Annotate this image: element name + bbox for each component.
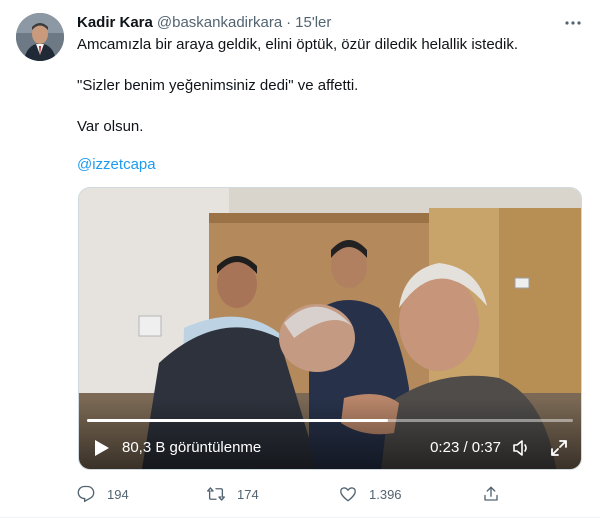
reply-button[interactable]: 194 xyxy=(77,484,129,504)
like-button[interactable]: 1.396 xyxy=(339,484,402,504)
tweet-header: Kadir Kara @baskankadirkara · 15'ler xyxy=(77,12,331,32)
video-progress-bar[interactable] xyxy=(87,419,573,422)
avatar[interactable] xyxy=(16,13,64,61)
tweet-actions: 194 174 1.396 xyxy=(77,484,517,504)
share-button[interactable] xyxy=(482,484,500,504)
retweet-icon xyxy=(207,487,225,501)
tweet-text-line: Amcamızla bir araya geldik, elini öptük,… xyxy=(77,36,519,53)
video-controls: 80,3 B görüntülenme 0:23 / 0:37 xyxy=(79,428,581,468)
author-name[interactable]: Kadir Kara xyxy=(77,14,153,31)
retweet-button[interactable]: 174 xyxy=(207,484,259,504)
fullscreen-icon[interactable] xyxy=(549,438,569,458)
share-icon xyxy=(484,486,498,501)
tweet-text-line: Var olsun. xyxy=(77,118,144,135)
tweet-text-line: "Sizler benim yeğenimsiniz dedi" ve affe… xyxy=(77,77,359,94)
reply-icon xyxy=(77,485,95,503)
author-handle[interactable]: @baskankadirkara xyxy=(157,14,282,31)
retweet-count: 174 xyxy=(237,486,259,502)
play-icon[interactable] xyxy=(91,438,111,458)
video-player[interactable]: 80,3 B görüntülenme 0:23 / 0:37 xyxy=(78,187,582,470)
video-view-count: 80,3 B görüntülenme xyxy=(122,439,262,456)
header-separator: · xyxy=(286,13,292,31)
reply-count: 194 xyxy=(107,486,129,502)
tweet[interactable]: Kadir Kara @baskankadirkara · 15'ler Amc… xyxy=(0,0,600,518)
tweet-time[interactable]: 15'ler xyxy=(295,14,331,31)
mention-link[interactable]: @izzetcapa xyxy=(77,155,156,175)
video-progress-fill xyxy=(87,419,389,422)
heart-icon xyxy=(340,487,356,502)
more-horizontal-icon[interactable] xyxy=(562,12,584,34)
video-timecode: 0:23 / 0:37 xyxy=(430,439,501,456)
like-count: 1.396 xyxy=(369,486,402,502)
volume-icon[interactable] xyxy=(511,438,531,458)
